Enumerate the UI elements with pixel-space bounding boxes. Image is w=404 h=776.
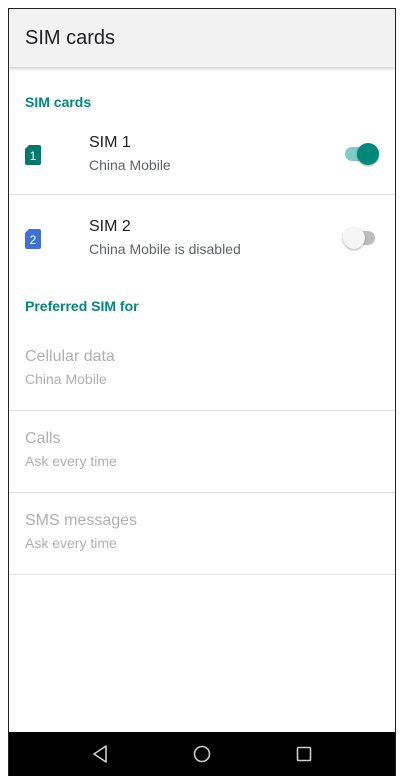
home-button[interactable] <box>188 740 216 768</box>
recents-button[interactable] <box>290 740 318 768</box>
toggle-thumb <box>343 227 365 249</box>
sim-cards-screen: SIM cards SIM cards 1 SIM 1 China Mobile… <box>8 8 396 776</box>
pref-value: Ask every time <box>25 453 117 469</box>
sim-card-icon: 1 <box>25 145 41 165</box>
pref-title: Calls <box>25 430 61 447</box>
pref-value: China Mobile <box>25 371 107 387</box>
sim-row-1[interactable]: 1 SIM 1 China Mobile <box>9 113 395 195</box>
pref-value: Ask every time <box>25 535 117 551</box>
section-header-preferred-sim: Preferred SIM for <box>25 298 139 314</box>
back-icon <box>93 745 107 763</box>
page-title: SIM cards <box>25 26 116 49</box>
pref-sms-messages[interactable]: SMS messages Ask every time <box>9 493 395 575</box>
sim-carrier: China Mobile is disabled <box>89 241 241 257</box>
sim-title: SIM 2 <box>89 218 131 235</box>
sim-slot-number: 1 <box>30 149 37 163</box>
pref-title: SMS messages <box>25 512 138 529</box>
sim-title: SIM 1 <box>89 134 131 151</box>
section-header-sim-cards: SIM cards <box>25 94 92 110</box>
back-button[interactable] <box>86 740 114 768</box>
sim-slot-number: 2 <box>30 233 37 247</box>
sim-carrier: China Mobile <box>89 157 171 173</box>
pref-cellular-data[interactable]: Cellular data China Mobile <box>9 329 395 411</box>
sim-row-2[interactable]: 2 SIM 2 China Mobile is disabled <box>9 195 395 277</box>
navigation-bar <box>9 732 395 776</box>
app-bar: SIM cards <box>9 9 395 67</box>
sim-1-toggle[interactable] <box>343 143 379 165</box>
home-icon <box>193 745 211 763</box>
sim-card-icon: 2 <box>25 229 41 249</box>
recents-icon <box>296 746 312 762</box>
sim-2-toggle[interactable] <box>343 227 379 249</box>
pref-title: Cellular data <box>25 348 115 365</box>
pref-calls[interactable]: Calls Ask every time <box>9 411 395 493</box>
toggle-thumb <box>357 143 379 165</box>
